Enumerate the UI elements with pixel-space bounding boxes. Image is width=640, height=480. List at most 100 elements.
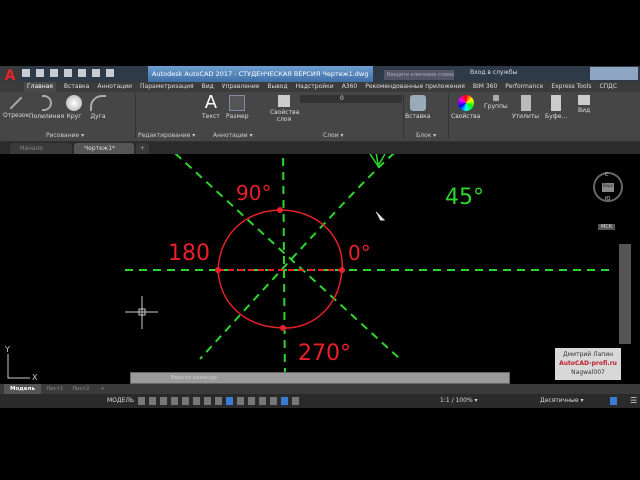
customize-menu-icon[interactable]: ☰ xyxy=(630,396,637,405)
label-270: 270° xyxy=(298,341,351,366)
text-label: Текст xyxy=(202,113,220,120)
panel-annotation[interactable]: Аннотации ▾ xyxy=(213,132,253,139)
ucs-icon xyxy=(7,354,30,379)
tab-layout2[interactable]: Лист2 xyxy=(66,384,95,394)
ucs-y-label: Y xyxy=(4,345,10,354)
layer-dropdown[interactable]: 0 xyxy=(300,95,402,103)
insert-icon xyxy=(409,95,426,111)
window-controls[interactable] xyxy=(590,67,638,80)
tab-model[interactable]: Модель xyxy=(4,384,41,394)
insert-block-tool[interactable]: Вставка xyxy=(405,92,430,120)
panel-modify[interactable]: Редактирование ▾ xyxy=(138,132,195,139)
save-icon[interactable] xyxy=(50,69,58,77)
autoscale-icon[interactable] xyxy=(292,397,299,405)
saveas-icon[interactable] xyxy=(64,69,72,77)
circle-tool[interactable]: Круг xyxy=(66,92,82,120)
transparency-icon[interactable] xyxy=(215,397,222,405)
tab-a360[interactable]: A360 xyxy=(342,82,358,92)
new-icon[interactable] xyxy=(22,69,30,77)
properties-tool[interactable]: Свойства xyxy=(451,92,480,120)
panel-draw[interactable]: Рисование ▾ xyxy=(46,132,84,139)
wcs-menu[interactable]: МСК xyxy=(598,224,616,230)
tab-annotate[interactable]: Аннотации xyxy=(97,82,132,92)
viewcube[interactable]: С Верх Ю xyxy=(593,172,623,202)
dimension-icon xyxy=(229,95,246,111)
clipboard-tool[interactable]: Буфе... xyxy=(545,92,567,120)
navigation-bar[interactable] xyxy=(619,244,631,344)
groups-icon xyxy=(492,95,499,101)
annotation-scale-dropdown[interactable]: 1:1 / 100% ▾ xyxy=(440,397,478,404)
utilities-tool[interactable]: Утилиты xyxy=(512,92,539,120)
sign-in-button[interactable]: Вход в службы xyxy=(470,69,517,76)
groups-tool[interactable]: Группы xyxy=(484,92,508,110)
tab-addins[interactable]: Надстройки xyxy=(296,82,334,92)
layers-icon xyxy=(278,95,290,107)
tab-express-tools[interactable]: Express Tools xyxy=(551,82,591,92)
properties-label: Свойства xyxy=(451,113,481,120)
clipboard-label: Буфе... xyxy=(545,113,568,120)
pointer-icon xyxy=(375,211,386,221)
annotation-visibility-icon[interactable] xyxy=(281,397,288,405)
text-icon: A xyxy=(204,92,218,113)
tab-start[interactable]: Начало xyxy=(10,143,72,154)
redo-icon[interactable] xyxy=(106,69,114,77)
print-icon[interactable] xyxy=(78,69,86,77)
add-layout-button[interactable]: + xyxy=(94,384,111,394)
ribbon: Отрезок Полилиния Круг Дуга A Текст Разме… xyxy=(0,92,640,142)
panel-layers[interactable]: Слои ▾ xyxy=(323,132,344,139)
selection-cycling-icon[interactable] xyxy=(226,397,233,405)
label-180: 180 xyxy=(168,241,210,266)
tab-featured-apps[interactable]: Рекомендованные приложения xyxy=(365,82,465,92)
open-icon[interactable] xyxy=(36,69,44,77)
watermark-channel: Nagwal007 xyxy=(571,369,605,376)
dynamic-ucs-icon[interactable] xyxy=(248,397,255,405)
search-input[interactable]: Введите ключевое слово/фразу xyxy=(384,70,454,80)
quick-access-toolbar xyxy=(22,69,132,79)
grid-icon[interactable] xyxy=(138,397,145,405)
layer-properties-tool[interactable]: Свойства слоя xyxy=(270,92,299,123)
tab-performance[interactable]: Performance xyxy=(505,82,543,92)
polyline-tool[interactable]: Полилиния xyxy=(29,92,64,120)
3dosnap-icon[interactable] xyxy=(237,397,244,405)
line-label: Отрезок xyxy=(3,112,30,119)
viewcube-top[interactable]: Верх xyxy=(602,183,614,192)
document-tabs: Начало Чертеж1* + xyxy=(0,142,640,154)
snap-icon[interactable] xyxy=(149,397,156,405)
gizmo-icon[interactable] xyxy=(270,397,277,405)
clipboard-icon xyxy=(551,95,562,111)
tab-spds[interactable]: СПДС xyxy=(599,82,617,92)
arc-tool[interactable]: Дуга xyxy=(90,92,106,120)
osnap-icon[interactable] xyxy=(182,397,189,405)
view-label: Вид xyxy=(578,107,591,114)
arc-label: Дуга xyxy=(90,113,106,120)
command-line-input[interactable]: Ввести команду xyxy=(130,372,510,384)
tab-drawing1[interactable]: Чертеж1* xyxy=(74,143,134,154)
line-tool[interactable]: Отрезок xyxy=(3,92,29,119)
lineweight-icon[interactable] xyxy=(204,397,211,405)
tab-insert[interactable]: Вставка xyxy=(64,82,89,92)
dimension-tool[interactable]: Размер xyxy=(226,92,249,120)
new-tab-button[interactable]: + xyxy=(136,143,150,154)
selection-filter-icon[interactable] xyxy=(259,397,266,405)
undo-icon[interactable] xyxy=(92,69,100,77)
ortho-icon[interactable] xyxy=(160,397,167,405)
tab-manage[interactable]: Управление xyxy=(222,82,260,92)
polar-icon[interactable] xyxy=(171,397,178,405)
tab-view[interactable]: Вид xyxy=(202,82,214,92)
model-space-button[interactable]: МОДЕЛЬ xyxy=(107,397,134,404)
tab-bim360[interactable]: BIM 360 xyxy=(473,82,497,92)
text-tool[interactable]: A Текст xyxy=(202,92,220,121)
viewcube-south: Ю xyxy=(605,196,611,202)
ucs-x-label: X xyxy=(32,373,38,382)
tab-output[interactable]: Вывод xyxy=(267,82,287,92)
panel-block[interactable]: Блок ▾ xyxy=(416,132,436,139)
units-dropdown[interactable]: Десятичные ▾ xyxy=(540,397,584,404)
drawing-canvas[interactable]: 90° 180 0° 270° 45° Y X xyxy=(0,143,640,385)
tab-home[interactable]: Главная xyxy=(24,82,56,92)
tab-parametric[interactable]: Параметризация xyxy=(140,82,194,92)
color-wheel-icon xyxy=(457,95,474,111)
status-toggles xyxy=(138,397,299,405)
view-tool[interactable]: Вид xyxy=(578,92,590,114)
otrack-icon[interactable] xyxy=(193,397,200,405)
isolate-icon[interactable] xyxy=(610,397,617,405)
